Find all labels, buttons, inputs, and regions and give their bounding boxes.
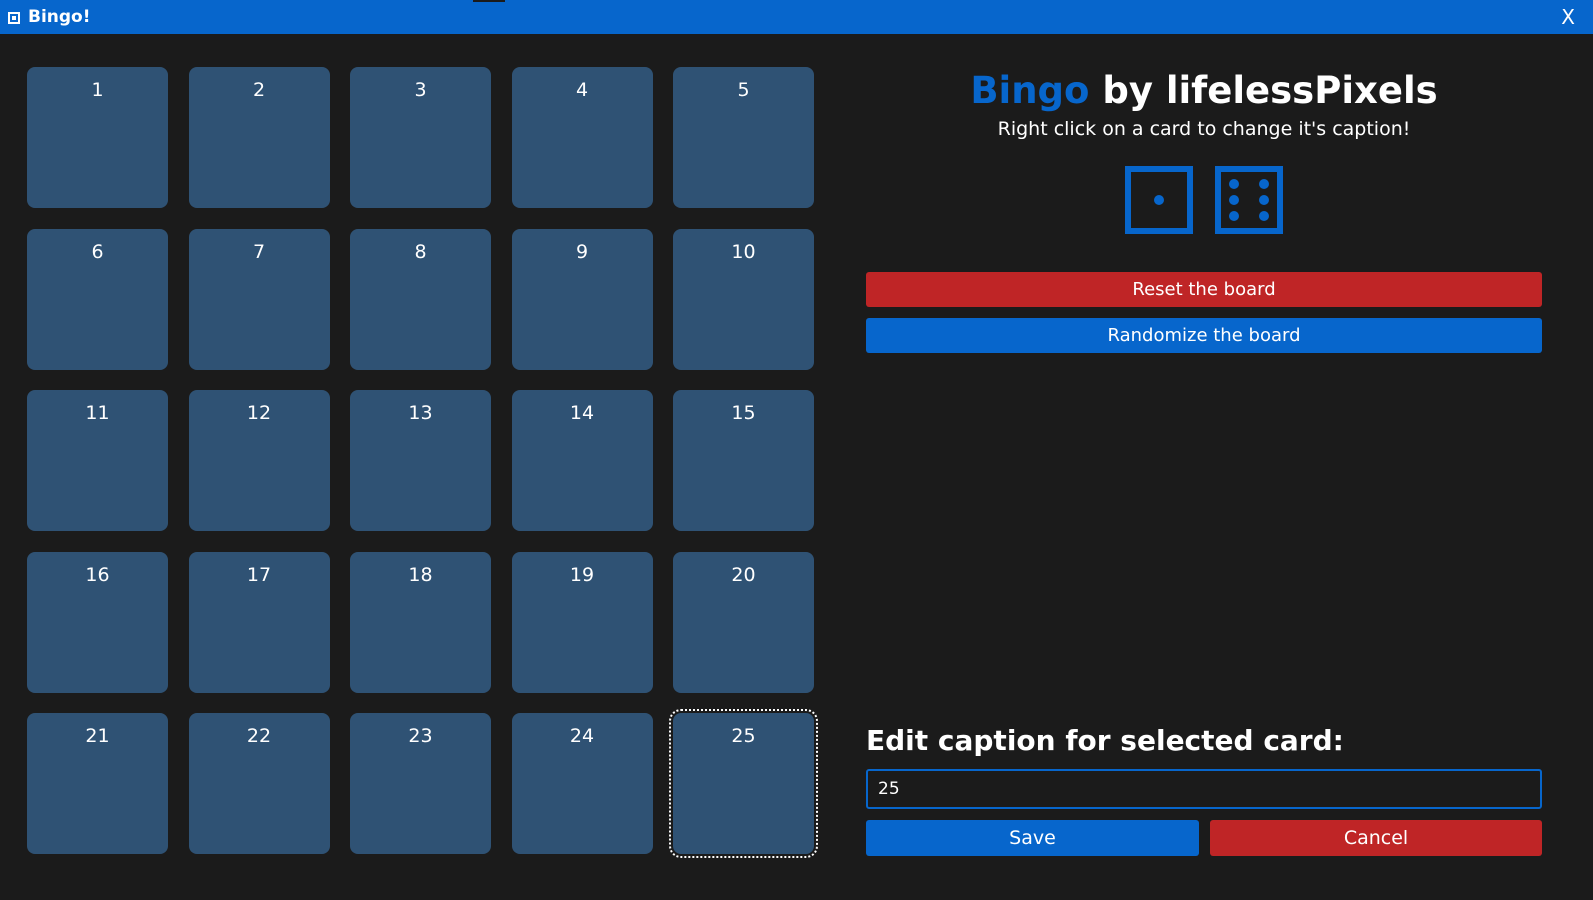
reset-board-button[interactable]: Reset the board (866, 272, 1542, 307)
card-caption: 6 (91, 240, 104, 263)
bingo-card[interactable]: 3 (350, 67, 491, 208)
edit-caption-label: Edit caption for selected card: (866, 724, 1344, 757)
card-caption: 11 (85, 402, 110, 424)
caption-input[interactable] (866, 769, 1542, 809)
title-bar-divider (473, 0, 505, 2)
title-rest: by lifelessPixels (1089, 69, 1438, 112)
bingo-card[interactable]: 22 (188, 713, 330, 854)
bingo-card[interactable]: 18 (350, 551, 491, 693)
card-caption: 20 (731, 563, 756, 586)
randomize-board-button[interactable]: Randomize the board (866, 318, 1542, 353)
bingo-card[interactable]: 13 (350, 390, 491, 531)
card-caption: 14 (569, 402, 595, 424)
bingo-card[interactable]: 24 (511, 713, 653, 854)
card-caption: 16 (85, 563, 110, 586)
bingo-card[interactable]: 6 (27, 228, 168, 370)
bingo-card[interactable]: 4 (511, 67, 653, 208)
bingo-card[interactable]: 17 (188, 551, 330, 693)
card-caption: 10 (731, 240, 756, 263)
bingo-card[interactable]: 11 (27, 390, 168, 531)
cancel-button[interactable]: Cancel (1210, 820, 1542, 856)
card-caption: 7 (252, 240, 266, 263)
bingo-card[interactable]: 8 (350, 228, 491, 370)
card-caption: 17 (246, 563, 272, 586)
subtitle: Right click on a card to change it's cap… (997, 118, 1411, 140)
card-caption: 12 (246, 402, 272, 424)
bingo-card[interactable]: 23 (350, 713, 491, 854)
app-icon (8, 12, 20, 24)
bingo-card[interactable]: 25 (669, 709, 818, 858)
card-caption: 21 (85, 725, 110, 747)
save-button[interactable]: Save (866, 820, 1199, 856)
card-caption: 22 (246, 725, 272, 747)
card-caption: 23 (408, 725, 433, 747)
dice-one-icon[interactable] (1125, 166, 1193, 234)
window-title: Bingo! (28, 7, 91, 27)
card-caption: 1 (91, 79, 104, 101)
card-caption: 2 (252, 79, 266, 101)
bingo-card[interactable]: 2 (188, 67, 330, 208)
title-accent: Bingo (970, 69, 1090, 112)
card-caption: 24 (569, 725, 595, 747)
card-caption: 19 (569, 563, 595, 586)
bingo-board: 1 2 3 4 5 6 7 8 9 10 11 12 13 14 15 16 17 18 19 20 21 22 23 24 2… (27, 67, 818, 858)
bingo-card[interactable]: 12 (188, 390, 330, 531)
close-button[interactable]: X (1561, 5, 1575, 29)
card-caption: 15 (731, 402, 756, 424)
page-title: Bingo by lifelessPixels (866, 69, 1542, 112)
bingo-card[interactable]: 1 (27, 67, 168, 208)
bingo-card[interactable]: 5 (673, 67, 814, 208)
bingo-card[interactable]: 20 (673, 551, 814, 693)
bingo-card[interactable]: 16 (27, 551, 168, 693)
bingo-card[interactable]: 7 (188, 228, 330, 370)
bingo-card[interactable]: 21 (27, 713, 168, 854)
card-caption: 3 (414, 79, 427, 101)
bingo-card[interactable]: 19 (511, 551, 653, 693)
card-caption: 18 (408, 563, 433, 586)
card-caption: 25 (731, 725, 756, 747)
title-bar: Bingo! X (0, 0, 1593, 34)
side-panel: Bingo by lifelessPixels Right click on a… (866, 34, 1542, 900)
dice-six-icon[interactable] (1215, 166, 1283, 234)
card-caption: 8 (414, 240, 427, 263)
bingo-card[interactable]: 9 (511, 228, 653, 370)
bingo-card[interactable]: 10 (673, 228, 814, 370)
card-caption: 13 (408, 402, 433, 424)
card-caption: 5 (737, 79, 750, 101)
bingo-card[interactable]: 14 (511, 390, 653, 531)
card-caption: 4 (575, 79, 589, 101)
bingo-card[interactable]: 15 (673, 390, 814, 531)
dice-row (1125, 166, 1285, 234)
card-caption: 9 (575, 240, 589, 263)
